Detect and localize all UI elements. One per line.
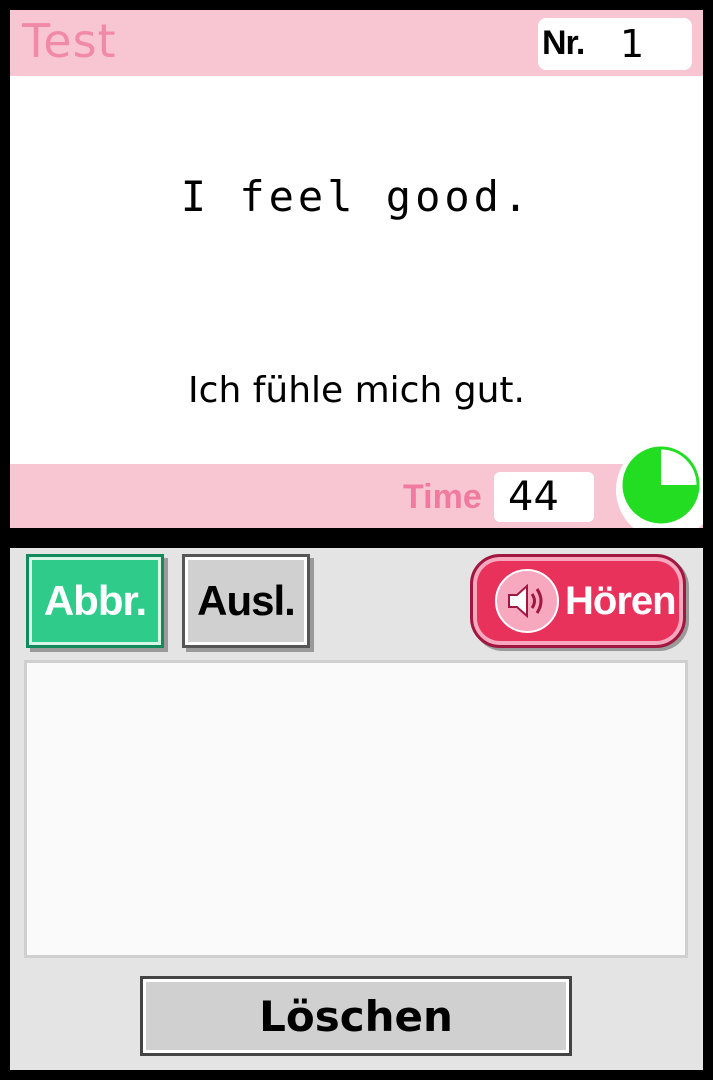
trigger-button[interactable]: Ausl. [182,554,310,648]
question-number-label: Nr. [542,24,585,62]
time-label: Time [403,478,482,516]
speaker-icon [508,583,543,619]
timer-pie-icon [622,446,700,524]
abort-button[interactable]: Abbr. [26,554,164,648]
page-title: Test [22,14,117,68]
time-box: 44 [494,472,594,522]
translation-sentence: Ich fühle mich gut. [188,370,525,411]
time-value: 44 [508,474,559,520]
question-number-box: Nr. 1 [538,18,692,70]
timer-bar: Time 44 [10,440,703,528]
question-number-value: 1 [620,22,645,66]
source-sentence: I feel good. [180,172,533,221]
speaker-icon-badge [495,569,559,633]
listen-label: Hören [565,578,677,623]
handwriting-input-area[interactable] [24,660,688,958]
top-screen: Test Nr. 1 I feel good. Ich fühle mich g… [10,10,703,528]
bottom-screen: Abbr. Ausl. Hören Löschen [10,548,703,1070]
listen-button[interactable]: Hören [470,554,686,648]
clear-button[interactable]: Löschen [140,976,572,1056]
top-header: Test Nr. 1 [10,10,703,76]
